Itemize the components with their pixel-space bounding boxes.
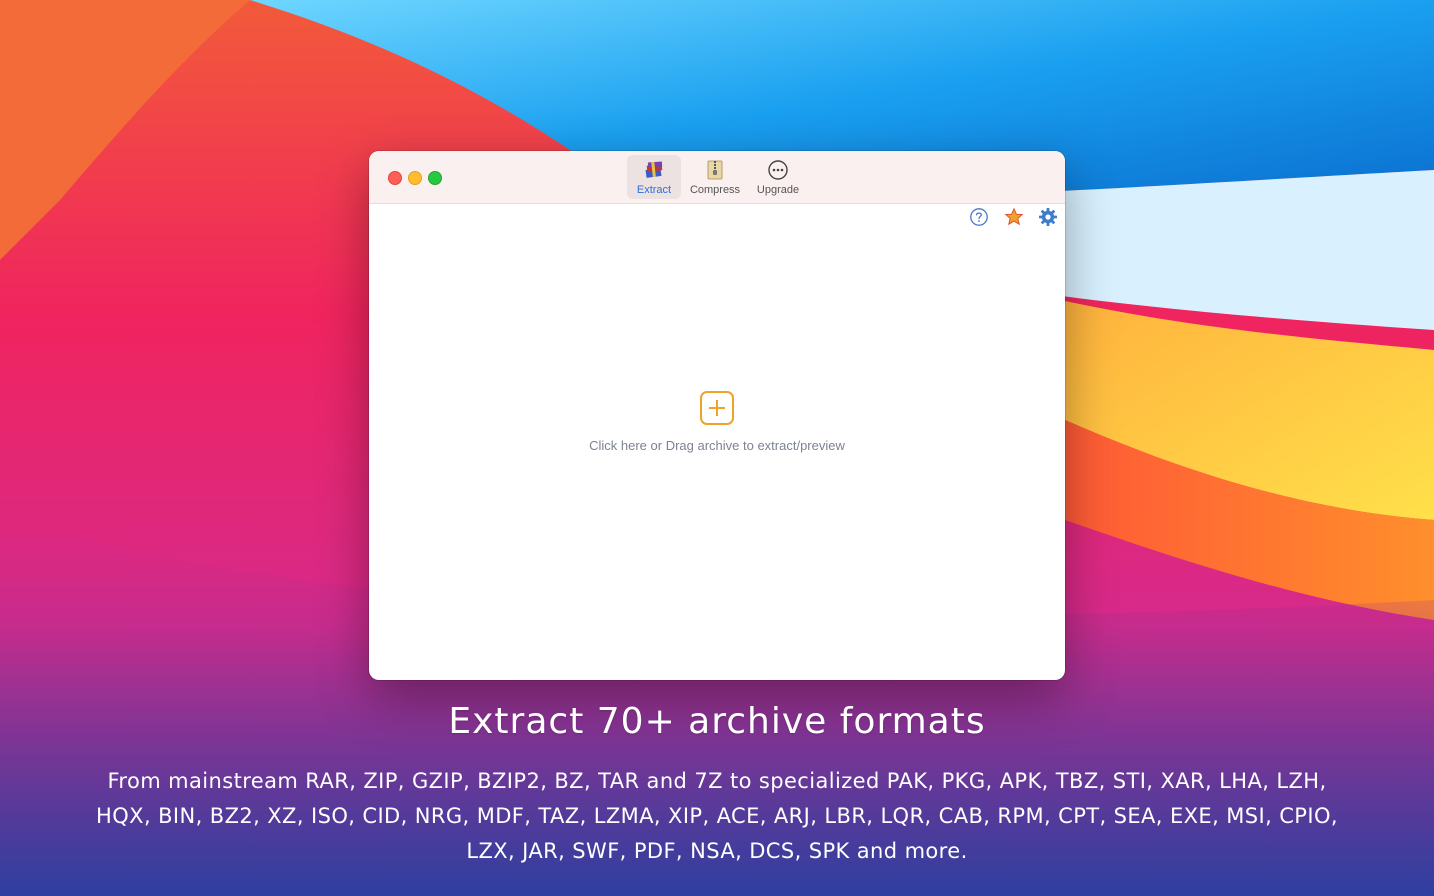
zoom-window-button[interactable] xyxy=(428,171,442,185)
drop-zone-hint: Click here or Drag archive to extract/pr… xyxy=(589,438,845,453)
toolbar-compress-label: Compress xyxy=(689,184,741,196)
marketing-headline: Extract 70+ archive formats xyxy=(448,701,986,742)
add-square-icon[interactable] xyxy=(700,391,734,425)
close-window-button[interactable] xyxy=(388,171,402,185)
app-window: Extract Compress Upgrade Click here or D… xyxy=(369,151,1065,680)
archive-books-icon xyxy=(645,161,663,178)
archive-drop-zone[interactable]: Click here or Drag archive to extract/pr… xyxy=(549,391,885,471)
more-circle-icon xyxy=(768,160,788,180)
toolbar-compress-button[interactable]: Compress xyxy=(685,155,745,199)
toolbar-upgrade-label: Upgrade xyxy=(756,184,800,196)
marketing-description: From mainstream RAR, ZIP, GZIP, BZIP2, B… xyxy=(96,769,1338,863)
window-titlebar: Extract Compress Upgrade xyxy=(369,151,1065,204)
toolbar-extract-label: Extract xyxy=(636,184,672,196)
zip-file-icon xyxy=(707,160,723,180)
help-icon[interactable] xyxy=(969,207,989,227)
toolbar-upgrade-button[interactable]: Upgrade xyxy=(751,155,805,199)
star-icon[interactable] xyxy=(1004,207,1024,227)
gear-icon[interactable] xyxy=(1038,207,1058,227)
toolbar-extract-button[interactable]: Extract xyxy=(627,155,681,199)
minimize-window-button[interactable] xyxy=(408,171,422,185)
